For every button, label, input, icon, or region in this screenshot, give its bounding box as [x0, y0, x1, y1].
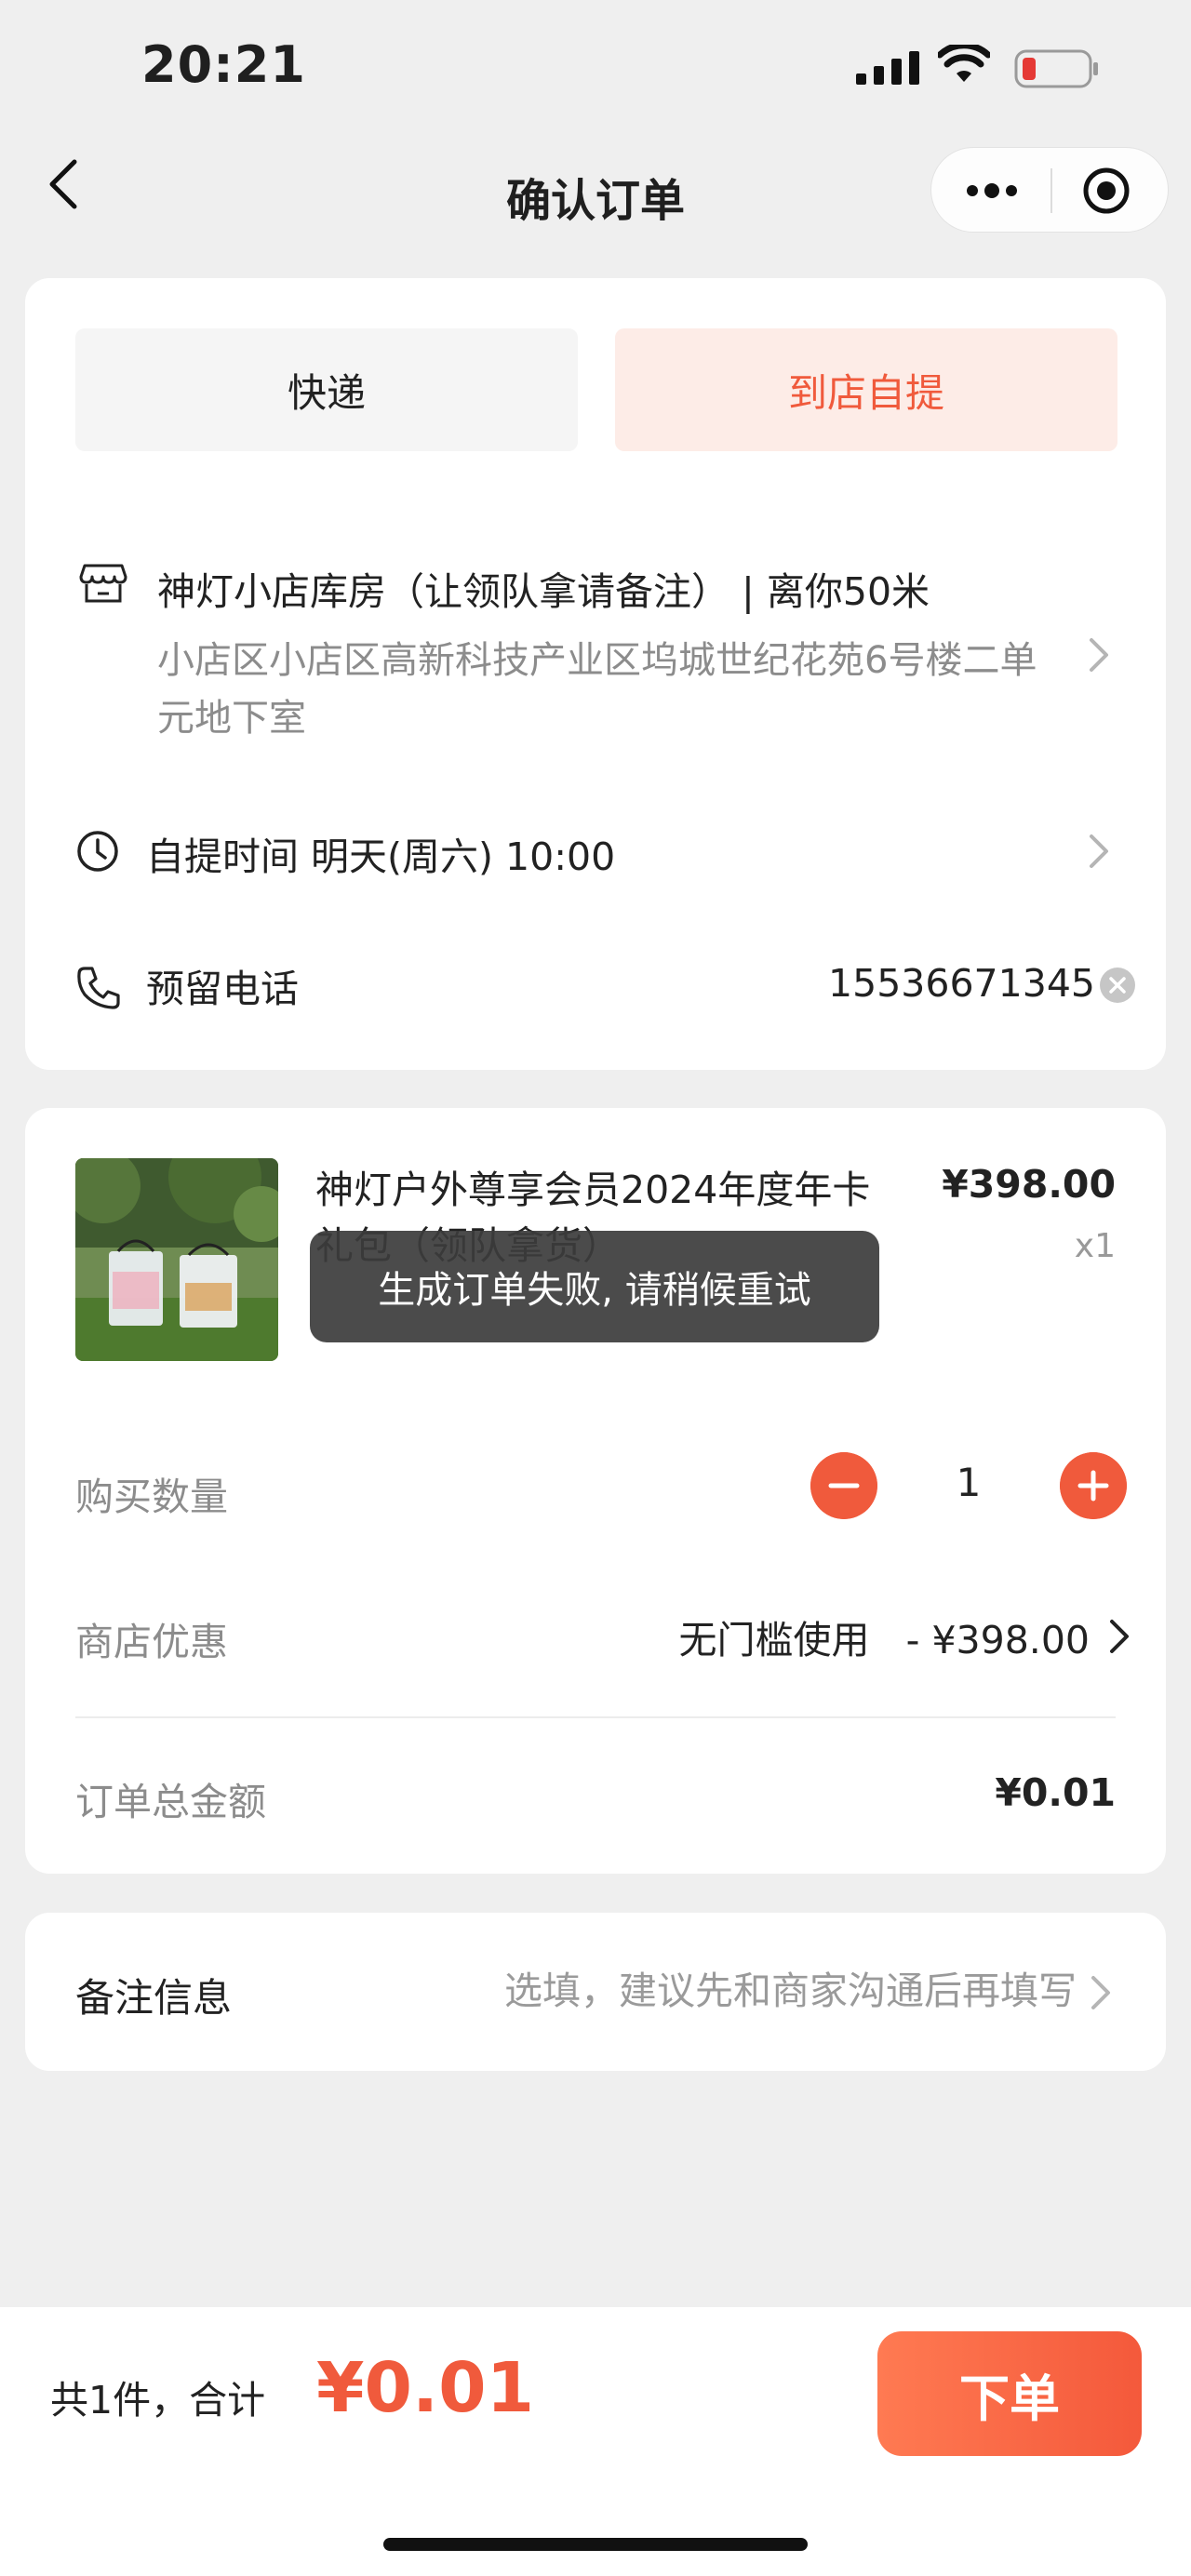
discount-text: 无门槛使用 - ¥398.00: [678, 1618, 1090, 1662]
product-price: ¥398.00: [942, 1162, 1116, 1207]
phone-icon: [77, 967, 120, 1009]
wifi-icon: [938, 45, 990, 82]
plus-icon[interactable]: [1060, 1452, 1127, 1519]
chevron-right-icon[interactable]: [1086, 634, 1112, 675]
product-image[interactable]: [75, 1158, 278, 1361]
total-price: ¥0.01: [316, 2348, 535, 2428]
quantity-stepper: 1: [810, 1452, 1127, 1519]
quantity-value[interactable]: 1: [903, 1460, 1034, 1505]
close-miniprogram-icon[interactable]: [1078, 163, 1134, 219]
divider: [75, 1716, 1116, 1718]
more-icon[interactable]: [959, 167, 1024, 215]
discount-label: 商店优惠: [75, 1620, 228, 1664]
store-address: 小店区小店区高新科技产业区坞城世纪花苑6号楼二单元地下室: [157, 639, 1037, 740]
remark-input[interactable]: [379, 1961, 1077, 2021]
status-time: 20:21: [141, 35, 306, 94]
home-indicator: [383, 2538, 808, 2551]
submit-order-button[interactable]: 下单: [877, 2331, 1142, 2456]
clear-icon[interactable]: [1099, 967, 1136, 1004]
chevron-right-icon: [1090, 834, 1108, 868]
store-name: 神灯小店库房（让领队拿请备注） | 离你50米: [157, 569, 930, 614]
bottom-bar: 共1件，合计 ¥0.01 下单: [0, 2307, 1191, 2576]
clock-icon: [77, 831, 118, 872]
remark-label: 备注信息: [75, 1975, 233, 2021]
item-count: 共1件，合计: [50, 2378, 266, 2423]
discount-selector[interactable]: 无门槛使用 - ¥398.00: [583, 1597, 1142, 1672]
capsule-divider: [1050, 168, 1052, 213]
total-value: ¥0.01: [995, 1770, 1116, 1815]
remark-card: 备注信息: [25, 1913, 1166, 2071]
cellular-signal-icon: [856, 51, 919, 85]
quantity-label: 购买数量: [75, 1475, 228, 1519]
phone-label: 预留电话: [146, 967, 299, 1011]
store-icon: [79, 564, 127, 603]
chevron-right-icon: [1110, 1620, 1129, 1653]
remark-row[interactable]: 备注信息: [25, 1913, 1166, 2071]
tab-express[interactable]: 快递: [75, 328, 578, 451]
product-name-line: 神灯户外尊享会员2024年度年卡: [315, 1168, 871, 1212]
order-card: 神灯户外尊享会员2024年度年卡 礼包（领队拿货） ¥398.00 x1 购买数…: [25, 1108, 1166, 1874]
product-quantity: x1: [1074, 1227, 1116, 1265]
miniprogram-capsule: [930, 147, 1169, 233]
minus-icon[interactable]: [810, 1452, 877, 1519]
tab-store-pickup[interactable]: 到店自提: [615, 328, 1117, 451]
pickup-time: 自提时间 明天(周六) 10:00: [146, 834, 616, 879]
total-label: 订单总金额: [75, 1780, 266, 1824]
chevron-right-icon: [1091, 1976, 1110, 2009]
error-toast: 生成订单失败, 请稍候重试: [310, 1231, 879, 1342]
battery-icon: [1014, 49, 1098, 88]
delivery-card: 快递 到店自提 神灯小店库房（让领队拿请备注） | 离你50米 小店区小店区高新…: [25, 278, 1166, 1070]
pickup-time-row[interactable]: 自提时间 明天(周六) 10:00: [25, 805, 1166, 898]
phone-input[interactable]: [732, 955, 1095, 1011]
